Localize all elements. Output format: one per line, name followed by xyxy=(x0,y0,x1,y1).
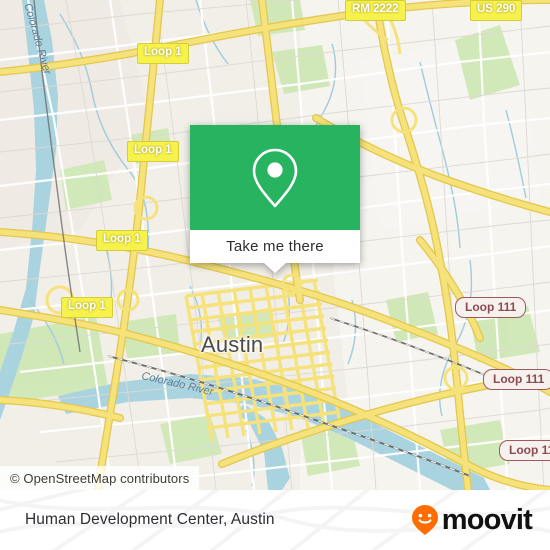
moovit-logo[interactable]: moovit xyxy=(410,503,533,536)
location-pin-icon xyxy=(252,148,298,207)
map-attribution[interactable]: © OpenStreetMap contributors xyxy=(0,466,200,490)
moovit-wordmark: moovit xyxy=(441,503,533,536)
take-me-there-label: Take me there xyxy=(226,238,324,255)
popup-tail-pointer xyxy=(264,263,286,273)
location-popup-card[interactable]: Take me there xyxy=(190,125,360,273)
popup-action-bar[interactable]: Take me there xyxy=(190,230,360,273)
moovit-pin-icon xyxy=(411,505,438,535)
map-canvas[interactable]: Austin Colorado River Colorado River RM … xyxy=(0,0,550,490)
footer-bar: Human Development Center, Austin moovit xyxy=(0,490,550,550)
attribution-text: © OpenStreetMap contributors xyxy=(10,470,190,486)
page-title: Human Development Center, Austin xyxy=(25,511,275,528)
popup-marker-panel xyxy=(190,125,360,230)
map-page: Austin Colorado River Colorado River RM … xyxy=(0,0,550,550)
